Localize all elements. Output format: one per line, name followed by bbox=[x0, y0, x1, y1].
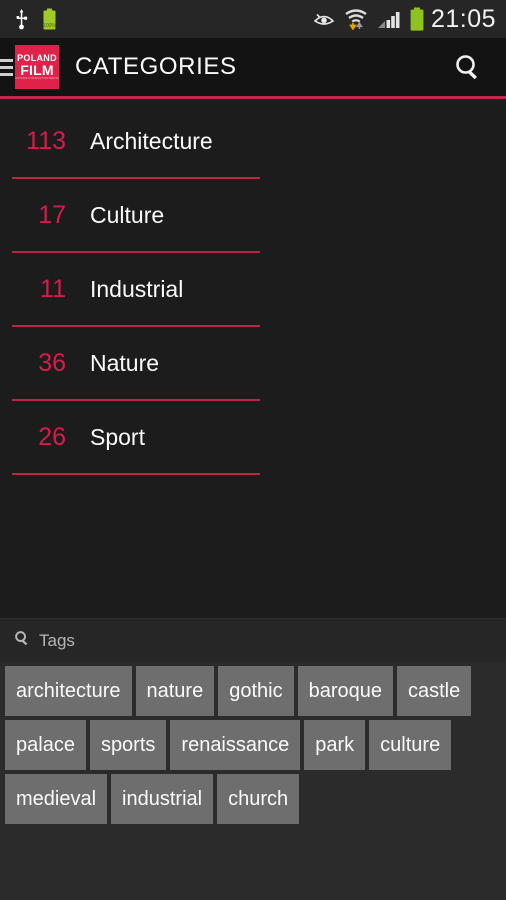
category-count: 36 bbox=[38, 348, 66, 377]
category-label: Industrial bbox=[90, 275, 184, 302]
category-row-4[interactable]: 26 Sport bbox=[0, 401, 506, 473]
status-bar-clock: 21:05 bbox=[430, 4, 496, 33]
logo-tagline: LOCATIONS & PRODUCTION SERVICES bbox=[15, 77, 59, 80]
category-separator bbox=[12, 473, 260, 475]
category-row-1[interactable]: 17 Culture bbox=[0, 179, 506, 251]
category-count: 11 bbox=[40, 274, 66, 303]
tag-chip[interactable]: medieval bbox=[5, 774, 108, 824]
tag-chip[interactable]: church bbox=[217, 774, 300, 824]
svg-text:100%: 100% bbox=[43, 23, 56, 29]
category-label: Sport bbox=[90, 423, 145, 450]
category-count: 113 bbox=[26, 126, 66, 155]
tag-chip[interactable]: industrial bbox=[111, 774, 214, 824]
tag-chip[interactable]: gothic bbox=[218, 666, 294, 716]
category-label: Architecture bbox=[90, 127, 213, 154]
category-row-0[interactable]: 113 Architecture bbox=[0, 105, 506, 177]
status-bar-left-icons: 100% bbox=[14, 8, 57, 30]
tag-chip[interactable]: park bbox=[304, 720, 366, 770]
tag-chip[interactable]: baroque bbox=[297, 666, 393, 716]
category-label: Nature bbox=[90, 349, 160, 376]
search-icon bbox=[14, 630, 30, 651]
category-row-2[interactable]: 11 Industrial bbox=[0, 253, 506, 325]
category-row-3[interactable]: 36 Nature bbox=[0, 327, 506, 399]
tags-header: Tags bbox=[0, 618, 506, 662]
logo-line-2: FILM bbox=[20, 62, 54, 78]
wifi-transfer-icon bbox=[344, 8, 368, 31]
app-root: 100% 21:05 POLAND FILM CATIONS & PRODUCT… bbox=[0, 0, 506, 900]
status-bar: 100% 21:05 bbox=[0, 0, 506, 38]
action-bar: POLAND FILM LOCATIONS & PRODUCTION SERVI… bbox=[0, 38, 506, 99]
tag-chip[interactable]: architecture bbox=[5, 666, 132, 716]
smart-stay-eye-icon bbox=[313, 11, 335, 27]
cellular-signal-icon bbox=[377, 9, 400, 29]
tag-chip[interactable]: castle bbox=[397, 666, 472, 716]
battery-icon bbox=[409, 7, 425, 31]
tag-chip[interactable]: sports bbox=[89, 720, 167, 770]
category-label: Culture bbox=[90, 201, 165, 228]
tags-header-label: Tags bbox=[39, 630, 75, 650]
status-bar-right-icons bbox=[313, 7, 425, 31]
usb-icon bbox=[14, 8, 29, 30]
page-title: CATEGORIES bbox=[75, 53, 237, 80]
search-icon[interactable] bbox=[452, 51, 484, 83]
tag-chip[interactable]: nature bbox=[135, 666, 215, 716]
battery-charging-icon: 100% bbox=[42, 8, 57, 30]
category-count: 26 bbox=[38, 422, 66, 451]
tag-chip[interactable]: palace bbox=[5, 720, 86, 770]
tag-cloud: architecture nature gothic baroque castl… bbox=[0, 662, 506, 900]
tag-chip[interactable]: renaissance bbox=[170, 720, 301, 770]
hamburger-menu-icon[interactable] bbox=[0, 58, 13, 76]
app-logo[interactable]: POLAND FILM LOCATIONS & PRODUCTION SERVI… bbox=[15, 45, 59, 89]
tag-chip[interactable]: culture bbox=[369, 720, 452, 770]
category-count: 17 bbox=[38, 200, 66, 229]
category-list: 113 Architecture 17 Culture 11 Industria… bbox=[0, 99, 506, 618]
